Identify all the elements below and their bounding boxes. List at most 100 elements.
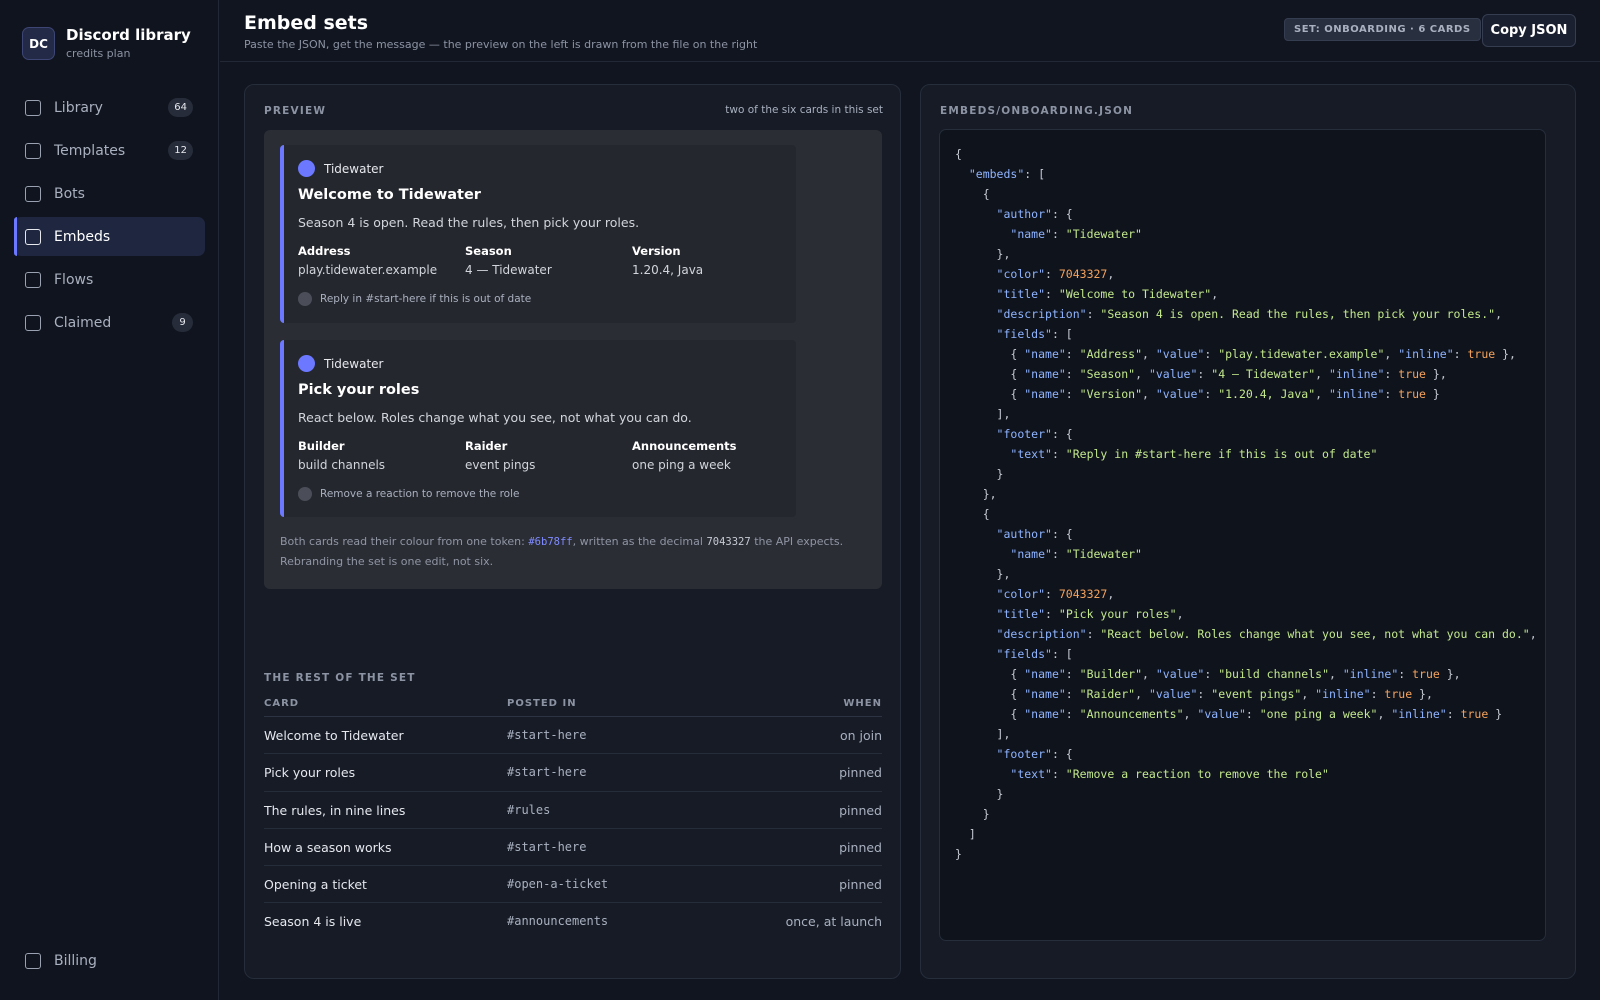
card-name: Season 4 is live [264,914,362,930]
post-timing: on join [839,728,882,743]
embed-description: Season 4 is open. Read the rules, then p… [298,215,640,230]
embed-field: Builder build channels [298,439,458,472]
json-editor[interactable]: { "embeds": [ { "author": { "name": "Tid… [939,129,1546,941]
flows-icon [25,271,41,288]
page-header: Embed sets Paste the JSON, get the messa… [220,0,1600,62]
author-name: Tidewater [324,161,384,176]
author-name: Tidewater [324,356,384,371]
embed-card: Tidewater Welcome to Tidewater Season 4 is… [280,145,796,323]
sidebar-item-flows[interactable]: Flows [14,260,205,299]
footer-icon [298,292,312,306]
embed-field: Version 1.20.4, Java [632,244,792,277]
sidebar-item-billing[interactable]: Billing [14,941,205,980]
hex-color: #6b78ff [528,536,573,548]
table-row[interactable]: Season 4 is live #announcements once, at l… [264,903,882,940]
channel-name: #start-here [507,765,587,780]
embed-footer: Reply in #start-here if this is out of d… [298,292,531,306]
decimal-color: 7043327 [706,536,751,548]
embed-title: Pick your roles [298,382,420,398]
brand-name: Discord library [66,26,191,44]
library-icon [25,99,41,116]
field-value: 1.20.4, Java [632,263,704,277]
embed-title: Welcome to Tidewater [298,187,481,203]
sidebar-item-library[interactable]: Library 64 [14,88,205,127]
field-name: Address [298,244,351,258]
embed-card: Tidewater Pick your roles React below. Rol… [280,340,796,517]
brand[interactable]: DC Discord library credits plan [22,27,191,60]
post-timing: pinned [839,877,882,893]
field-name: Announcements [632,439,737,453]
table-row[interactable]: Opening a ticket #open-a-ticket pinned [264,866,882,904]
count-badge: 12 [168,141,193,160]
table-row[interactable]: Pick your roles #start-here pinned [264,754,882,792]
author-avatar-icon [298,160,315,177]
card-name: Welcome to Tidewater [264,728,404,743]
table-row[interactable]: How a season works #start-here pinned [264,829,882,867]
sidebar-item-label: Templates [54,142,126,159]
table-row[interactable]: The rules, in nine lines #rules pinned [264,792,882,829]
embed-field: Raider event pings [465,439,625,472]
footer-text: Remove a reaction to remove the role [320,488,520,500]
sidebar-item-label: Embeds [54,228,111,245]
preview-label: PREVIEW [264,105,327,117]
field-value: play.tidewater.example [298,263,438,277]
sidebar-item-label: Billing [54,952,97,969]
field-value: build channels [298,458,386,472]
preview-panel: PREVIEW two of the six cards in this set… [244,84,901,979]
channel-name: #announcements [507,914,609,929]
templates-icon [25,142,41,159]
page-title: Embed sets [244,12,369,34]
set-badge: SET: ONBOARDING · 6 CARDS [1284,18,1481,41]
column-card: CARD [264,698,300,709]
column-posted-in: POSTED IN [507,698,577,709]
embed-footer: Remove a reaction to remove the role [298,487,519,501]
table-row[interactable]: Welcome to Tidewater #start-here on join [264,717,882,755]
table-header: CARD POSTED IN WHEN [264,690,882,717]
footer-text: Reply in #start-here if this is out of d… [320,293,532,305]
embed-field: Season 4 — Tidewater [465,244,625,277]
count-badge: 64 [168,98,193,117]
card-name: Opening a ticket [264,877,367,893]
sidebar-item-label: Claimed [54,314,112,331]
field-name: Builder [298,439,345,453]
card-name: The rules, in nine lines [264,802,406,818]
channel-name: #start-here [507,728,587,742]
brand-plan: credits plan [66,47,131,60]
channel-name: #start-here [507,839,587,854]
field-name: Version [632,244,681,258]
embed-field: Announcements one ping a week [632,439,792,472]
field-value: 4 — Tidewater [465,263,552,277]
field-value: one ping a week [632,458,731,472]
card-name: Pick your roles [264,765,356,781]
embed-author: Tidewater [298,355,383,372]
embed-field: Address play.tidewater.example [298,244,458,277]
author-avatar-icon [298,355,315,372]
card-name: How a season works [264,839,392,855]
post-timing: pinned [839,802,882,818]
sidebar-item-embeds[interactable]: Embeds [14,217,205,256]
channel-name: #rules [507,802,551,817]
sidebar-item-label: Bots [54,185,85,202]
post-timing: once, at launch [785,914,882,930]
sidebar: DC Discord library credits plan Library 6… [0,0,219,1000]
sidebar-item-templates[interactable]: Templates 12 [14,131,205,170]
page-subtitle: Paste the JSON, get the message — the pr… [244,38,758,51]
sidebar-nav: Library 64 Templates 12 Bots Embeds Flows Claim… [14,88,205,346]
embed-preview: Tidewater Pick your roles React below. Rol… [264,130,882,589]
json-code: { "embeds": [ { "author": { "name": "Tid… [955,147,1537,861]
bots-icon [25,185,41,202]
sidebar-item-bots[interactable]: Bots [14,174,205,213]
footer-icon [298,487,312,501]
rest-of-set-table: CARD POSTED IN WHEN Welcome to Tidewater… [264,690,882,941]
copy-json-button[interactable]: Copy JSON [1482,14,1576,47]
channel-name: #open-a-ticket [507,877,609,892]
embed-author: Tidewater [298,160,383,177]
field-value: event pings [465,458,536,472]
column-when: WHEN [843,698,882,709]
embeds-icon [25,228,41,245]
colour-token-note: Both cards read their colour from one to… [280,535,844,568]
preview-note: two of the six cards in this set [725,104,883,116]
post-timing: pinned [839,839,882,855]
sidebar-item-claimed[interactable]: Claimed 9 [14,303,205,342]
field-name: Raider [465,439,508,453]
